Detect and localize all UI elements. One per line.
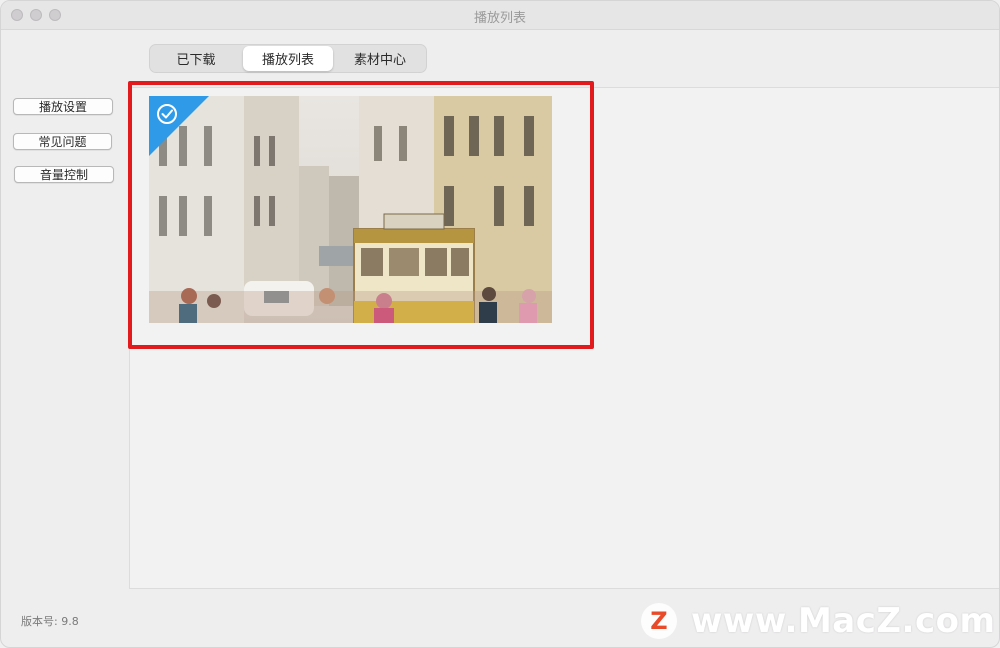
watermark: Z www.MacZ.com — [641, 601, 995, 641]
playback-settings-button[interactable]: 播放设置 — [13, 98, 113, 115]
tab-segmented-control: 已下载 播放列表 素材中心 — [149, 44, 427, 73]
watermark-text: www.MacZ.com — [691, 601, 996, 641]
version-label: 版本号: 9.8 — [21, 615, 79, 628]
app-window: 播放列表 已下载 播放列表 素材中心 播放设置 常见问题 音量控制 版本号: 9… — [0, 0, 1000, 648]
volume-control-button[interactable]: 音量控制 — [14, 166, 114, 183]
window-title: 播放列表 — [473, 11, 526, 26]
tab-downloaded[interactable]: 已下载 — [151, 46, 241, 71]
selection-highlight-frame — [128, 81, 594, 349]
watermark-logo: Z — [641, 603, 677, 639]
title-bar: 播放列表 — [1, 1, 999, 30]
tab-playlist[interactable]: 播放列表 — [243, 46, 333, 71]
faq-button[interactable]: 常见问题 — [13, 133, 112, 150]
tab-material-center[interactable]: 素材中心 — [335, 46, 425, 71]
